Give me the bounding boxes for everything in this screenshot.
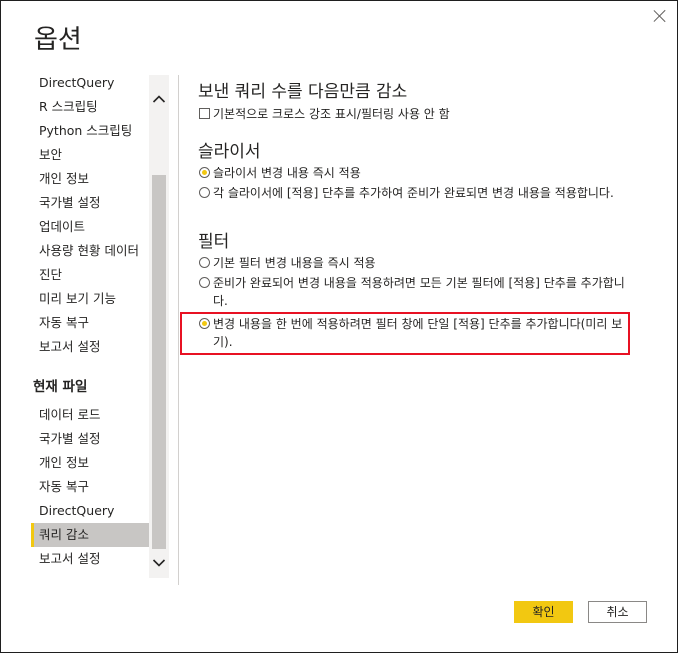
sidebar-item-security[interactable]: 보안 (31, 143, 149, 167)
sidebar-item-usage-data[interactable]: 사용량 현황 데이터 (31, 239, 149, 263)
filter-heading: 필터 (198, 232, 230, 252)
scrollbar-thumb[interactable] (152, 175, 166, 549)
sidebar-item-updates[interactable]: 업데이트 (31, 215, 149, 239)
sidebar-item-file-directquery[interactable]: DirectQuery (31, 499, 149, 523)
radio-label: 슬라이서 변경 내용 즉시 적용 (213, 166, 361, 180)
annotation-highlight-box (180, 312, 630, 355)
filter-option-apply-each[interactable]: 준비가 완료되어 변경 내용을 적용하려면 모든 기본 필터에 [적용] 단추를… (198, 274, 628, 310)
sidebar-item-file-regional-settings[interactable]: 국가별 설정 (31, 427, 149, 451)
disable-cross-highlight-option[interactable]: 기본적으로 크로스 강조 표시/필터링 사용 안 함 (198, 105, 628, 123)
radio-label: 각 슬라이서에 [적용] 단추를 추가하여 준비가 완료되면 변경 내용을 적용… (213, 186, 614, 200)
radio-label: 기본 필터 변경 내용을 즉시 적용 (213, 256, 376, 270)
radio-button[interactable] (199, 167, 210, 178)
radio-button[interactable] (199, 257, 210, 268)
dialog-title: 옵션 (34, 25, 82, 55)
chevron-up-icon[interactable] (151, 91, 167, 107)
section-header-current-file: 현재 파일 (33, 379, 88, 395)
sidebar-item-r-scripting[interactable]: R 스크립팅 (31, 95, 149, 119)
sidebar-item-data-load[interactable]: 데이터 로드 (31, 403, 149, 427)
sidebar-item-file-report-settings[interactable]: 보고서 설정 (31, 547, 149, 571)
options-dialog: 옵션 DirectQuery R 스크립팅 Python 스크립팅 보안 개인 … (0, 0, 678, 653)
sidebar-item-regional-settings[interactable]: 국가별 설정 (31, 191, 149, 215)
sidebar-item-report-settings[interactable]: 보고서 설정 (31, 335, 149, 359)
sidebar-item-auto-recovery[interactable]: 자동 복구 (31, 311, 149, 335)
sidebar-item-query-reduction[interactable]: 쿼리 감소 (31, 523, 149, 547)
slicer-option-apply-button[interactable]: 각 슬라이서에 [적용] 단추를 추가하여 준비가 완료되면 변경 내용을 적용… (198, 184, 628, 202)
chevron-down-icon[interactable] (151, 555, 167, 571)
options-sidebar: DirectQuery R 스크립팅 Python 스크립팅 보안 개인 정보 … (31, 71, 149, 579)
slicer-option-instant[interactable]: 슬라이서 변경 내용 즉시 적용 (198, 164, 628, 182)
close-icon[interactable] (651, 7, 669, 25)
sidebar-item-preview-features[interactable]: 미리 보기 기능 (31, 287, 149, 311)
sidebar-item-directquery[interactable]: DirectQuery (31, 71, 149, 95)
sidebar-item-diagnostics[interactable]: 진단 (31, 263, 149, 287)
slicer-heading: 슬라이서 (198, 142, 261, 162)
radio-label: 준비가 완료되어 변경 내용을 적용하려면 모든 기본 필터에 [적용] 단추를… (213, 276, 625, 308)
radio-button[interactable] (199, 187, 210, 198)
cancel-button[interactable]: 취소 (588, 601, 647, 623)
sidebar-item-file-privacy[interactable]: 개인 정보 (31, 451, 149, 475)
disable-cross-highlight-checkbox[interactable] (199, 108, 210, 119)
sidebar-item-privacy[interactable]: 개인 정보 (31, 167, 149, 191)
sidebar-item-python-scripting[interactable]: Python 스크립팅 (31, 119, 149, 143)
page-heading: 보낸 쿼리 수를 다음만큼 감소 (198, 82, 408, 102)
ok-button[interactable]: 확인 (514, 601, 573, 623)
filter-option-instant[interactable]: 기본 필터 변경 내용을 즉시 적용 (198, 254, 628, 272)
sidebar-scrollbar[interactable] (149, 75, 169, 578)
checkbox-label: 기본적으로 크로스 강조 표시/필터링 사용 안 함 (213, 107, 450, 121)
sidebar-item-file-auto-recovery[interactable]: 자동 복구 (31, 475, 149, 499)
radio-button[interactable] (199, 277, 210, 288)
pane-divider (178, 75, 179, 585)
